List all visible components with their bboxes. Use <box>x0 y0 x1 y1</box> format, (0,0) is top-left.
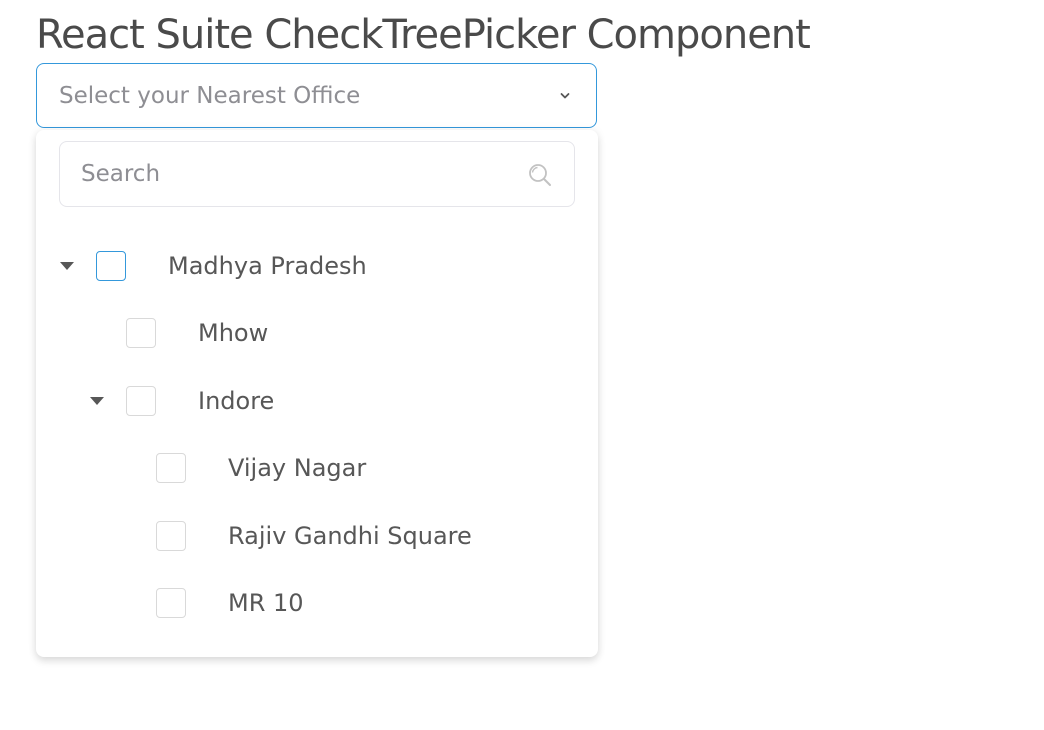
tree-node-label: Mhow <box>198 319 269 347</box>
tree-node-rajiv-gandhi-square[interactable]: Rajiv Gandhi Square <box>36 506 598 566</box>
tree-node-checkbox[interactable] <box>96 251 126 281</box>
search-icon <box>529 164 551 186</box>
tree-node-vijay-nagar[interactable]: Vijay Nagar <box>36 438 598 498</box>
tree-node-indore[interactable]: Indore <box>36 371 598 431</box>
tree-node-mr-10[interactable]: MR 10 <box>36 573 598 633</box>
caret-down-icon[interactable] <box>89 395 105 407</box>
page-title: React Suite CheckTreePicker Component <box>36 12 811 58</box>
page: React Suite CheckTreePicker Component Se… <box>0 0 1044 730</box>
tree-node-label: Vijay Nagar <box>228 454 367 482</box>
tree-node-label: Indore <box>198 387 275 415</box>
search-box <box>59 141 575 207</box>
tree-node-checkbox[interactable] <box>156 588 186 618</box>
tree-node-label: Rajiv Gandhi Square <box>228 522 472 550</box>
tree-node-checkbox[interactable] <box>156 521 186 551</box>
tree-node-checkbox[interactable] <box>126 318 156 348</box>
chevron-down-icon <box>560 93 570 99</box>
tree-node-label: Madhya Pradesh <box>168 252 367 280</box>
picker-menu: Madhya Pradesh Mhow Indore Vijay Nagar R… <box>36 130 598 657</box>
tree-node-checkbox[interactable] <box>126 386 156 416</box>
picker-placeholder: Select your Nearest Office <box>59 83 361 109</box>
tree-node-checkbox[interactable] <box>156 453 186 483</box>
tree-node-label: MR 10 <box>228 589 304 617</box>
caret-down-icon[interactable] <box>59 260 75 272</box>
check-tree-picker-toggle[interactable]: Select your Nearest Office <box>36 63 597 128</box>
search-input[interactable] <box>60 142 520 206</box>
tree-node-madhya-pradesh[interactable]: Madhya Pradesh <box>36 236 598 296</box>
tree-node-mhow[interactable]: Mhow <box>36 303 598 363</box>
